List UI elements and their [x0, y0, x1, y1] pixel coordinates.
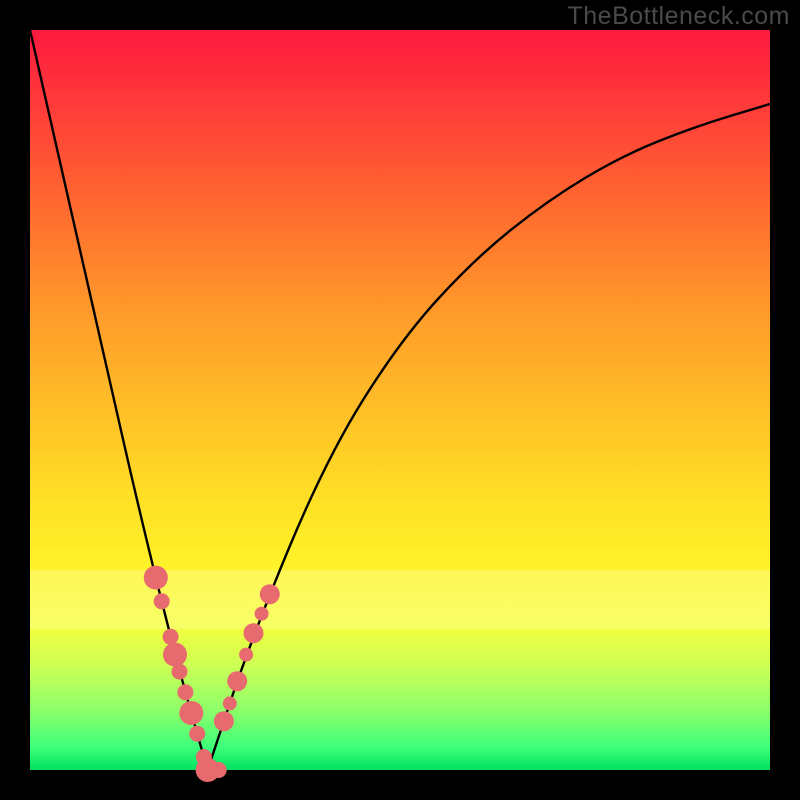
- data-point: [255, 607, 269, 621]
- watermark-text: TheBottleneck.com: [568, 2, 791, 31]
- curve-right: [208, 104, 770, 770]
- data-point: [239, 648, 253, 662]
- chart-frame: TheBottleneck.com: [0, 0, 800, 800]
- data-point: [154, 593, 170, 609]
- data-point: [244, 623, 264, 643]
- data-markers: [144, 566, 280, 782]
- bottleneck-curve: [30, 30, 770, 770]
- data-point: [163, 643, 187, 667]
- data-point: [144, 566, 168, 590]
- data-point: [260, 584, 280, 604]
- data-point: [223, 696, 237, 710]
- data-point: [172, 664, 188, 680]
- data-point: [227, 671, 247, 691]
- data-point: [189, 726, 205, 742]
- data-point: [214, 711, 234, 731]
- data-point: [177, 684, 193, 700]
- data-point: [163, 629, 179, 645]
- data-point: [179, 701, 203, 725]
- data-point: [211, 762, 227, 778]
- plot-area: [30, 30, 770, 770]
